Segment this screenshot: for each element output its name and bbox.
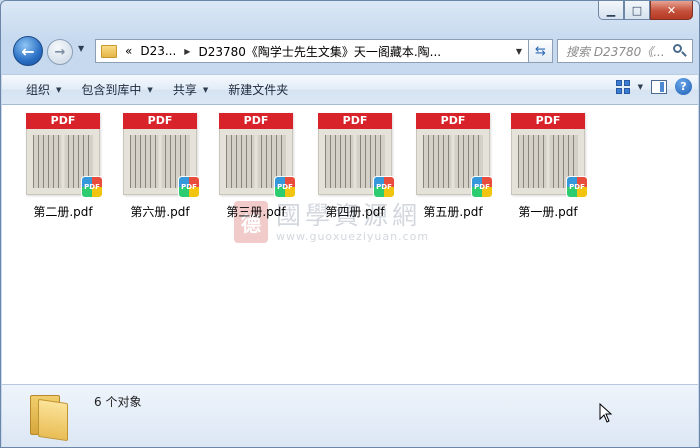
- navigation-bar: ← → ▼ « D23... ▶ D23780《陶学士先生文集》天一阁藏本.陶.…: [9, 35, 693, 67]
- forward-button[interactable]: →: [47, 39, 73, 65]
- maximize-button[interactable]: □: [624, 1, 650, 20]
- share-menu[interactable]: 共享 ▼: [163, 75, 218, 104]
- caption-buttons: ▁ □ ✕: [598, 1, 693, 20]
- chevron-down-icon: ▼: [56, 85, 62, 94]
- recent-locations-dropdown[interactable]: ▼: [78, 44, 84, 53]
- address-dropdown-icon[interactable]: ▼: [516, 47, 522, 56]
- explorer-window: ▁ □ ✕ ← → ▼ « D23... ▶ D23780《陶学士先生文集》天一…: [0, 0, 700, 448]
- file-item[interactable]: PDF PDF 第六册.pdf: [115, 113, 205, 225]
- refresh-icon: ⇆: [535, 43, 546, 59]
- include-library-label: 包含到库中: [81, 83, 142, 97]
- preview-pane-icon[interactable]: [651, 79, 667, 94]
- chevron-down-icon: ▼: [202, 85, 209, 94]
- pdf-thumbnail: PDF PDF: [511, 113, 588, 198]
- organize-label: 组织: [26, 83, 51, 97]
- pdf-badge-icon: PDF: [81, 176, 103, 198]
- pdf-badge-icon: PDF: [566, 176, 588, 198]
- pdf-band: PDF: [123, 113, 197, 129]
- command-toolbar: 组织 ▼ 包含到库中 ▼ 共享 ▼ 新建文件夹 ▼ ?: [2, 74, 698, 105]
- pdf-thumbnail: PDF PDF: [219, 113, 296, 198]
- search-input[interactable]: 搜索 D23780《...: [557, 39, 693, 63]
- pdf-thumbnail: PDF PDF: [123, 113, 200, 198]
- details-pane: 6 个对象: [2, 384, 698, 447]
- chevron-down-icon: ▼: [147, 85, 153, 94]
- file-name: 第二册.pdf: [33, 205, 93, 219]
- file-list[interactable]: 德 國學資源網 www.guoxueziyuan.com PDF PDF 第二册…: [2, 105, 698, 384]
- pdf-band: PDF: [416, 113, 490, 129]
- address-bar[interactable]: « D23... ▶ D23780《陶学士先生文集》天一阁藏本.陶... ▼: [95, 39, 529, 63]
- new-folder-label: 新建文件夹: [228, 83, 289, 97]
- close-button[interactable]: ✕: [650, 1, 693, 20]
- pdf-thumbnail: PDF PDF: [26, 113, 103, 198]
- toolbar-right-group: ▼ ?: [615, 78, 692, 95]
- include-in-library-menu[interactable]: 包含到库中 ▼: [71, 75, 162, 104]
- breadcrumb-item-parent[interactable]: D23...: [140, 44, 176, 58]
- pdf-band: PDF: [219, 113, 293, 129]
- pdf-band: PDF: [318, 113, 392, 129]
- file-item[interactable]: PDF PDF 第二册.pdf: [18, 113, 108, 225]
- pdf-badge-icon: PDF: [274, 176, 296, 198]
- file-name: 第四册.pdf: [325, 205, 385, 219]
- pdf-thumbnail: PDF PDF: [416, 113, 493, 198]
- file-name: 第一册.pdf: [518, 205, 578, 219]
- pdf-band: PDF: [511, 113, 585, 129]
- back-button[interactable]: ←: [13, 36, 43, 66]
- item-count: 6 个对象: [94, 395, 142, 409]
- pdf-badge-icon: PDF: [373, 176, 395, 198]
- file-item[interactable]: PDF PDF 第四册.pdf: [310, 113, 400, 225]
- file-name: 第六册.pdf: [130, 205, 190, 219]
- forward-arrow-icon: →: [54, 44, 66, 60]
- file-item[interactable]: PDF PDF 第一册.pdf: [503, 113, 593, 225]
- folder-icon: [30, 391, 70, 442]
- mouse-cursor-icon: [599, 403, 613, 423]
- share-label: 共享: [172, 83, 197, 97]
- file-item[interactable]: PDF PDF 第五册.pdf: [408, 113, 498, 225]
- minimize-button[interactable]: ▁: [598, 1, 624, 20]
- help-icon[interactable]: ?: [675, 78, 692, 95]
- file-item[interactable]: PDF PDF 第三册.pdf: [211, 113, 301, 225]
- pdf-badge-icon: PDF: [178, 176, 200, 198]
- folder-icon: [101, 44, 117, 58]
- file-name: 第五册.pdf: [423, 205, 483, 219]
- change-view-icon[interactable]: [615, 79, 630, 94]
- refresh-button[interactable]: ⇆: [529, 39, 553, 63]
- pdf-thumbnail: PDF PDF: [318, 113, 395, 198]
- search-placeholder: 搜索 D23780《...: [566, 44, 665, 59]
- breadcrumb-item-current[interactable]: D23780《陶学士先生文集》天一阁藏本.陶...: [198, 43, 441, 60]
- organize-menu[interactable]: 组织 ▼: [16, 75, 71, 104]
- breadcrumb-separator-icon[interactable]: ▶: [184, 47, 190, 56]
- pdf-badge-icon: PDF: [471, 176, 493, 198]
- back-arrow-icon: ←: [21, 41, 35, 61]
- view-options-dropdown-icon[interactable]: ▼: [638, 83, 643, 91]
- search-icon[interactable]: [673, 44, 687, 58]
- watermark-url: www.guoxueziyuan.com: [276, 229, 430, 243]
- pdf-band: PDF: [26, 113, 100, 129]
- file-name: 第三册.pdf: [226, 205, 286, 219]
- new-folder-button[interactable]: 新建文件夹: [218, 75, 298, 104]
- breadcrumb-overflow[interactable]: «: [125, 44, 132, 58]
